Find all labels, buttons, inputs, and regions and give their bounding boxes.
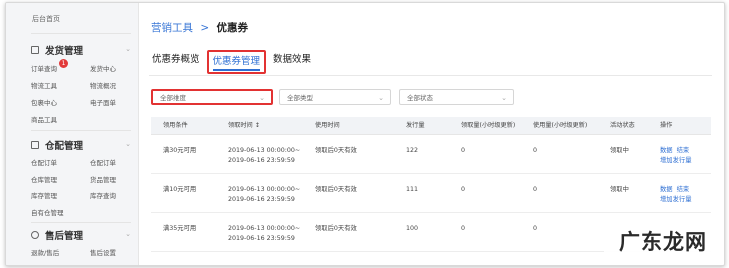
table-row: 满30元可用 2019-06-13 00:00:00~ 2019-06-16 2… (151, 135, 711, 174)
page-title: 优惠券 (216, 22, 249, 34)
cell-condition: 满35元可用 (163, 225, 197, 232)
sidebar-item-warehouse-orders-2[interactable]: 仓配订单 (90, 157, 116, 167)
col-used: 使用量(小时级更新) (533, 122, 588, 129)
col-claimed: 领取量(小时级更新) (461, 122, 516, 129)
cell-time-start: 2019-06-13 00:00:00~ (228, 225, 301, 232)
cell-status: 领取中 (610, 186, 629, 193)
cell-time-end: 2019-06-16 23:59:59 (228, 235, 295, 242)
sidebar-item-warehouse-mgmt[interactable]: 仓库管理 (31, 174, 57, 184)
chevron-down-icon: ⌄ (259, 94, 265, 102)
cell-claimed: 0 (461, 225, 466, 232)
col-use-time: 使用时间 (315, 122, 340, 129)
sidebar-item-aftersales-settings[interactable]: 售后设置 (90, 247, 116, 257)
data-link[interactable]: 数据 (660, 186, 673, 193)
sidebar-item-order-query[interactable]: 订单查询 (31, 63, 57, 73)
dimension-select[interactable]: 全部维度 ⌄ (151, 89, 273, 105)
breadcrumb: 营销工具 > 优惠券 (151, 20, 248, 35)
sidebar-item-shipping-center[interactable]: 发货中心 (90, 63, 116, 73)
status-select[interactable]: 全部状态 ⌄ (399, 89, 514, 105)
table-row: 满10元可用 2019-06-13 00:00:00~ 2019-06-16 2… (151, 174, 711, 213)
sidebar-section-aftersales[interactable]: 售后管理 ⌄ (31, 228, 131, 242)
section-title: 发货管理 (45, 46, 84, 57)
sidebar-item-goods-mgmt[interactable]: 货品管理 (90, 174, 116, 184)
sidebar-item-logistics-overview[interactable]: 物流概况 (90, 80, 116, 90)
section-title: 售后管理 (45, 231, 84, 242)
cell-status: 领取中 (610, 147, 629, 154)
col-actions: 操作 (660, 122, 673, 129)
sidebar-item-product-tools[interactable]: 商品工具 (31, 114, 57, 124)
cell-claimed: 0 (461, 147, 466, 154)
cell-use-time: 领取后0天有效 (315, 225, 357, 232)
sidebar: 后台首页 发货管理 ⌄ 订单查询 1 发货中心 物流工具 物流概况 包裹中心 电… (6, 3, 139, 265)
warehouse-icon (31, 141, 39, 149)
sidebar-divider (31, 222, 131, 223)
table-header: 领用条件 领取时间 ↕ 使用时间 发行量 领取量(小时级更新) 使用量(小时级更… (151, 117, 711, 135)
cell-used: 0 (533, 225, 538, 232)
type-select[interactable]: 全部类型 ⌄ (279, 89, 391, 105)
breadcrumb-parent-link[interactable]: 营销工具 (151, 22, 193, 34)
add-issuance-link[interactable]: 增加发行量 (660, 157, 691, 164)
sidebar-item-inventory-mgmt[interactable]: 库存管理 (31, 190, 57, 200)
chevron-down-icon: ⌄ (501, 94, 507, 102)
status-select-value: 全部状态 (407, 94, 433, 102)
cell-time: 2019-06-13 00:00:00~ 2019-06-16 23:59:59 (228, 224, 300, 244)
tab-coupon-management[interactable]: 优惠券管理 (206, 50, 267, 74)
notification-badge: 1 (59, 59, 68, 68)
cell-used: 0 (533, 147, 538, 154)
end-link[interactable]: 结束 (677, 147, 690, 154)
cell-time-start: 2019-06-13 00:00:00~ (228, 147, 301, 154)
sidebar-item-home[interactable]: 后台首页 (32, 14, 60, 24)
chevron-down-icon[interactable]: ⌄ (125, 140, 131, 148)
tab-coupon-overview[interactable]: 优惠券概览 (149, 50, 203, 70)
sidebar-divider (31, 130, 131, 131)
sidebar-section-shipping[interactable]: 发货管理 ⌄ (31, 43, 131, 57)
cell-actions: 数据 结束 增加发行量 (660, 185, 695, 205)
cell-issued: 111 (406, 186, 419, 193)
sidebar-divider (31, 33, 131, 34)
sidebar-item-logistics-tools[interactable]: 物流工具 (31, 80, 57, 90)
sidebar-item-package-center[interactable]: 包裹中心 (31, 97, 57, 107)
type-select-value: 全部类型 (287, 94, 313, 102)
tab-bar: 优惠券概览 优惠券管理 数据效果 (149, 50, 318, 74)
cell-actions: 数据 结束 增加发行量 (660, 146, 695, 166)
col-status: 活动状态 (610, 122, 635, 129)
cell-time-start: 2019-06-13 00:00:00~ (228, 186, 301, 193)
sidebar-item-own-warehouse[interactable]: 自有仓管理 (31, 207, 64, 217)
breadcrumb-separator: > (200, 22, 210, 34)
dimension-select-value: 全部维度 (160, 94, 186, 102)
tab-data-effect[interactable]: 数据效果 (270, 50, 314, 70)
tab-divider (149, 75, 712, 76)
cell-time: 2019-06-13 00:00:00~ 2019-06-16 23:59:59 (228, 185, 300, 205)
cell-issued: 122 (406, 147, 419, 154)
chevron-down-icon: ⌄ (378, 94, 384, 102)
sidebar-item-inventory-query[interactable]: 库存查询 (90, 190, 116, 200)
chevron-down-icon[interactable]: ⌄ (125, 45, 131, 53)
col-claim-time[interactable]: 领取时间 ↕ (228, 117, 260, 134)
sidebar-item-refunds[interactable]: 退款/售后 (31, 247, 59, 257)
watermark-logo: 广东龙网 (604, 225, 722, 259)
chevron-down-icon[interactable]: ⌄ (125, 230, 131, 238)
cell-use-time: 领取后0天有效 (315, 147, 357, 154)
sidebar-section-warehouse[interactable]: 仓配管理 ⌄ (31, 138, 131, 152)
sidebar-item-warehouse-orders[interactable]: 仓配订单 (31, 157, 57, 167)
sidebar-item-e-waybill[interactable]: 电子面单 (90, 97, 116, 107)
cell-issued: 100 (406, 225, 419, 232)
cell-condition: 满30元可用 (163, 147, 197, 154)
cell-used: 0 (533, 186, 538, 193)
cell-claimed: 0 (461, 186, 466, 193)
app-frame: 后台首页 发货管理 ⌄ 订单查询 1 发货中心 物流工具 物流概况 包裹中心 电… (5, 2, 725, 266)
col-issued: 发行量 (406, 122, 425, 129)
add-issuance-link[interactable]: 增加发行量 (660, 196, 691, 203)
document-icon (31, 46, 39, 54)
section-title: 仓配管理 (45, 141, 84, 152)
shield-icon (31, 231, 39, 239)
col-condition: 领用条件 (163, 122, 188, 129)
cell-time-end: 2019-06-16 23:59:59 (228, 196, 295, 203)
cell-use-time: 领取后0天有效 (315, 186, 357, 193)
cell-time-end: 2019-06-16 23:59:59 (228, 157, 295, 164)
end-link[interactable]: 结束 (677, 186, 690, 193)
cell-condition: 满10元可用 (163, 186, 197, 193)
cell-time: 2019-06-13 00:00:00~ 2019-06-16 23:59:59 (228, 146, 300, 166)
data-link[interactable]: 数据 (660, 147, 673, 154)
